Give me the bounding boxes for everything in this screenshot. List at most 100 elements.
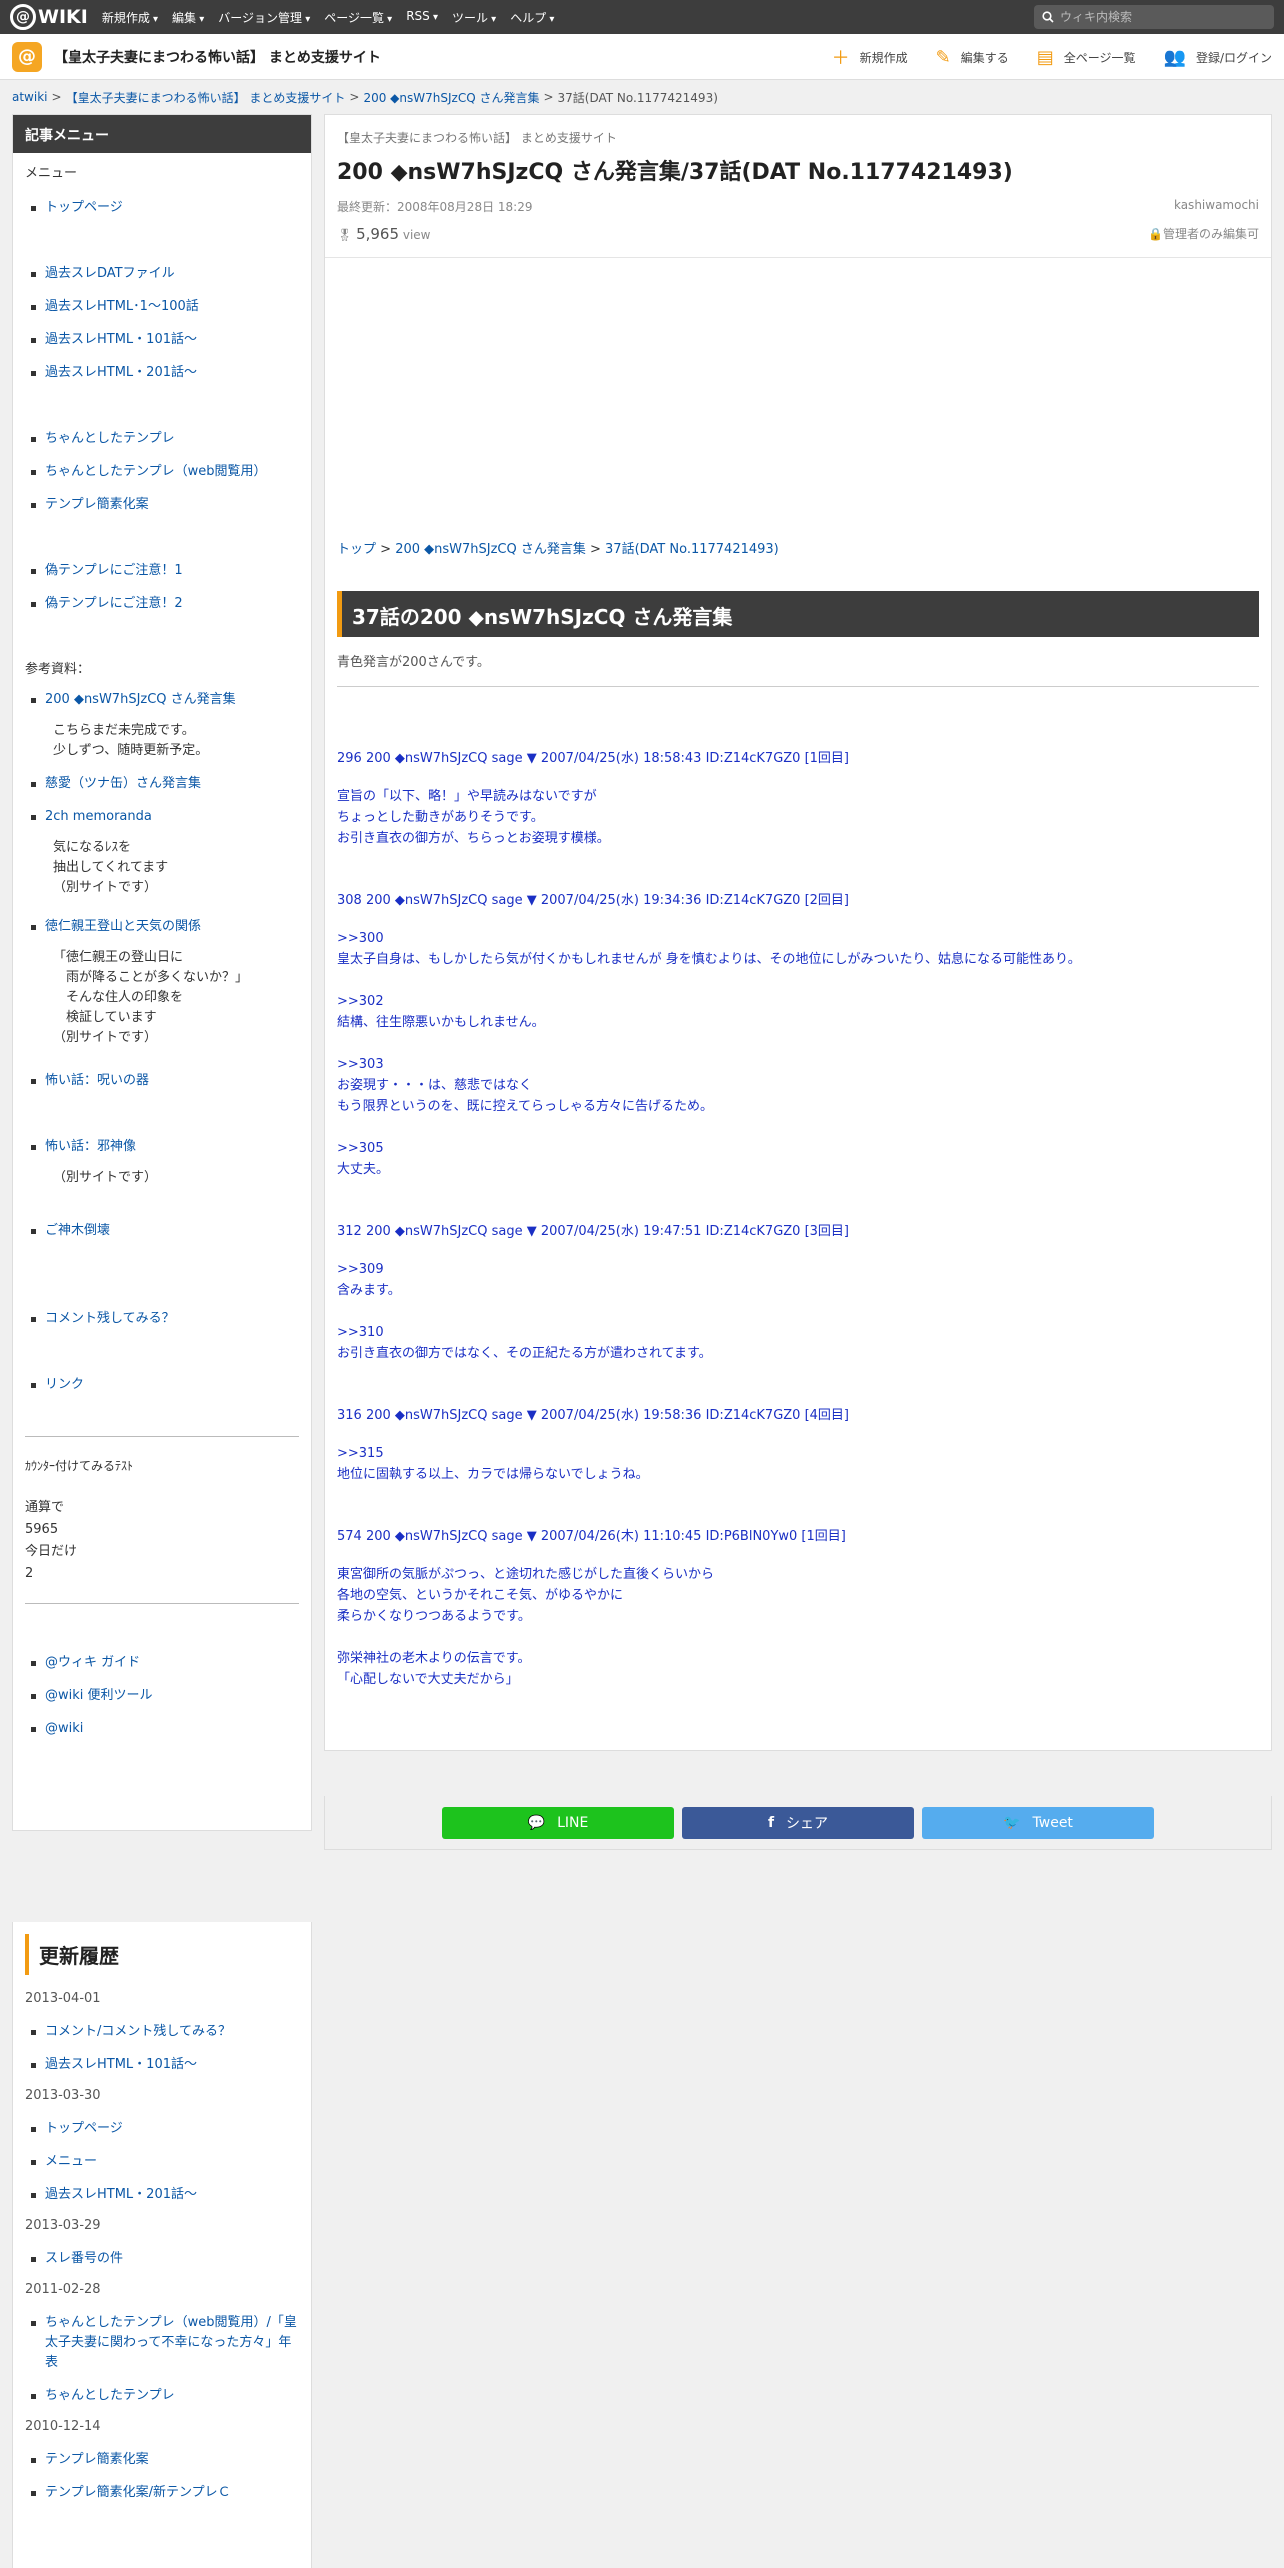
topic-crumb-parent[interactable]: 200 ◆nsW7hSJzCQ さん発言集 <box>395 542 586 557</box>
intro-text: 青色発言が200さんです。 <box>337 651 1259 687</box>
nav-tools[interactable]: ツール <box>452 9 496 26</box>
menu-item-fake-2[interactable]: 偽テンプレにご注意！2 <box>25 593 299 615</box>
site-title[interactable]: 【皇太子夫妻にまつわる怖い話】 まとめ支援サイト <box>54 47 381 67</box>
global-nav: 新規作成 編集 バージョン管理 ページ一覧 RSS ツール ヘルプ <box>102 9 555 26</box>
counter-total: 5965 <box>25 1522 59 1537</box>
nav-help[interactable]: ヘルプ <box>510 9 554 26</box>
menu-item-dat[interactable]: 過去スレDATファイル <box>25 263 299 285</box>
ref-note: 少しずつ、随時更新予定。 <box>53 743 209 758</box>
ref-item-noroi[interactable]: 怖い話：呪いの器 <box>25 1070 299 1092</box>
site-actions: ＋新規作成 ✎ 編集する ▤ 全ページ一覧 👥 登録/ログイン <box>832 34 1272 80</box>
ref-note: 検証しています <box>53 1010 157 1025</box>
post-line: >>303 <box>337 1057 384 1072</box>
view-unit: view <box>402 228 431 242</box>
menu-item-template-simple[interactable]: テンプレ簡素化案 <box>25 494 299 516</box>
search-icon <box>1042 11 1054 23</box>
post-list: 296 200 ◆nsW7hSJzCQ sage ▼ 2007/04/25(水)… <box>337 747 1259 1690</box>
history-item[interactable]: コメント/コメント残してみる？ <box>25 2022 299 2042</box>
ref-item-memoranda[interactable]: 2ch memoranda <box>25 806 299 828</box>
ref-item-200[interactable]: 200 ◆nsW7hSJzCQ さん発言集 <box>25 689 299 711</box>
menu-item-html-1[interactable]: 過去スレHTML･1～100話 <box>25 296 299 318</box>
breadcrumb-current: 37話(DAT No.1177421493) <box>557 90 718 105</box>
share-line-button[interactable]: 💬 LINE <box>442 1806 674 1839</box>
ref-note: 気になるﾚｽを <box>53 840 132 855</box>
history-date: 2013-03-30 <box>25 2088 101 2103</box>
medal-icon: 🎖 <box>337 228 353 242</box>
menu-item-template[interactable]: ちゃんとしたテンプレ <box>25 428 299 450</box>
counter-today: 2 <box>25 1566 34 1581</box>
view-count: 5,965 <box>356 225 400 243</box>
post-line: 大丈夫。 <box>337 1162 390 1177</box>
nav-rss[interactable]: RSS <box>406 9 438 26</box>
history-item[interactable]: トップページ <box>25 2119 299 2139</box>
new-page-button[interactable]: ＋新規作成 <box>832 44 908 70</box>
users-icon: 👥 <box>1163 46 1186 68</box>
counter-total-label: 通算で <box>25 1500 65 1515</box>
post: 296 200 ◆nsW7hSJzCQ sage ▼ 2007/04/25(水)… <box>337 747 1259 849</box>
share-twitter-button[interactable]: 🐦 Tweet <box>922 1806 1154 1839</box>
ref-note: そんな住人の印象を <box>53 990 184 1005</box>
counter-today-label: 今日だけ <box>25 1544 78 1559</box>
history-item[interactable]: メニュー <box>25 2152 299 2172</box>
atwiki-logo[interactable]: @ WIKI <box>10 4 88 30</box>
post-line <box>337 1117 1259 1138</box>
login-button[interactable]: 👥 登録/ログイン <box>1164 47 1272 68</box>
menu-item-html-201[interactable]: 過去スレHTML・201話～ <box>25 362 299 384</box>
post-line: 弥栄神社の老木よりの伝言です。 <box>337 1651 531 1666</box>
menu-item-template-web[interactable]: ちゃんとしたテンプレ（web閲覧用） <box>25 461 299 483</box>
post-line: お引き直衣の御方ではなく、その正紀たる方が遣わされてます。 <box>337 1346 712 1361</box>
breadcrumb-parent[interactable]: 200 ◆nsW7hSJzCQ さん発言集 <box>363 89 539 106</box>
nav-edit[interactable]: 編集 <box>172 9 204 26</box>
menu-item-top[interactable]: トップページ <box>25 197 299 219</box>
post-line: お姿現す・・・は、慈悲ではなく <box>337 1078 533 1093</box>
history-item[interactable]: テンプレ簡素化案 <box>25 2450 299 2470</box>
pencil-icon: ✎ <box>935 46 951 68</box>
ref-item-link[interactable]: リンク <box>25 1374 299 1396</box>
nav-new[interactable]: 新規作成 <box>102 9 158 26</box>
facebook-icon: f <box>767 1814 775 1831</box>
post-line: 皇太子自身は、もしかしたら気が付くかもしれませんが 身を慎むよりは、その地位にし… <box>337 952 1081 967</box>
breadcrumb-site[interactable]: 【皇太子夫妻にまつわる怖い話】 まとめ支援サイト <box>66 89 346 106</box>
menu-item-html-101[interactable]: 過去スレHTML・101話～ <box>25 329 299 351</box>
history-item[interactable]: ちゃんとしたテンプレ（web閲覧用）/「皇太子夫妻に関わって不幸になった方々」年… <box>25 2313 299 2373</box>
site-logo-icon[interactable]: @ <box>12 41 42 72</box>
ref-item-jashin[interactable]: 怖い話：邪神像 <box>25 1136 299 1158</box>
ref-item-jiai[interactable]: 慈愛（ツナ缶）さん発言集 <box>25 773 299 795</box>
history-item[interactable]: 過去スレHTML・101話～ <box>25 2055 299 2075</box>
search-input[interactable] <box>1060 10 1260 24</box>
history-item[interactable]: 過去スレHTML・201話～ <box>25 2185 299 2205</box>
breadcrumb: atwiki > 【皇太子夫妻にまつわる怖い話】 まとめ支援サイト > 200 ◆n… <box>12 89 718 106</box>
counter-title: ｶｳﾝﾀｰ付けてみるﾃｽﾄ <box>25 1459 134 1473</box>
share-facebook-button[interactable]: f シェア <box>682 1806 914 1839</box>
sidebar: 記事メニュー メニュー トップページ 過去スレDATファイル 過去スレHTML･… <box>12 114 312 1831</box>
ref-note: （別サイトです） <box>53 1170 158 1185</box>
ref-note: 「徳仁親王の登山日に <box>53 950 184 965</box>
post-line: もう限界というのを、既に控えてらっしゃる方々に告げるため。 <box>337 1099 713 1114</box>
tool-guide[interactable]: @ウィキ ガイド <box>25 1652 299 1674</box>
ref-item-tozan[interactable]: 徳仁親王登山と天気の関係 <box>25 916 299 938</box>
menu-item-fake-1[interactable]: 偽テンプレにご注意！1 <box>25 560 299 582</box>
author[interactable]: kashiwamochi <box>1174 198 1259 215</box>
ref-item-comment[interactable]: コメント残してみる？ <box>25 1308 299 1330</box>
tool-atwiki[interactable]: @wiki <box>25 1718 299 1740</box>
breadcrumb-atwiki[interactable]: atwiki <box>12 90 48 104</box>
edit-button[interactable]: ✎ 編集する <box>936 47 1009 68</box>
tool-useful[interactable]: @wiki 便利ツール <box>25 1685 299 1707</box>
history-item[interactable]: テンプレ簡素化案/新テンプレＣ <box>25 2483 299 2503</box>
twitter-icon: 🐦 <box>1003 1814 1021 1831</box>
post-line: 結構、往生際悪いかもしれません。 <box>337 1015 545 1030</box>
edit-permission: 管理者のみ編集可 <box>1162 227 1259 241</box>
ref-item-goshinboku[interactable]: ご神木倒壊 <box>25 1220 299 1242</box>
all-pages-button[interactable]: ▤ 全ページ一覧 <box>1037 47 1136 68</box>
post-line: 「心配しないで大丈夫だから」 <box>337 1672 519 1687</box>
post-line <box>337 1627 1259 1648</box>
ref-note: 雨が降ることが多くないか？」 <box>53 970 249 985</box>
post-line: >>310 <box>337 1325 384 1340</box>
topic-crumb-current[interactable]: 37話(DAT No.1177421493) <box>605 542 779 557</box>
nav-pages[interactable]: ページ一覧 <box>324 9 392 26</box>
history-item[interactable]: ちゃんとしたテンプレ <box>25 2386 299 2406</box>
document-icon: ▤ <box>1036 46 1054 68</box>
nav-version[interactable]: バージョン管理 <box>218 9 310 26</box>
topic-crumb-top[interactable]: トップ <box>337 542 376 557</box>
history-item[interactable]: スレ番号の件 <box>25 2249 299 2269</box>
